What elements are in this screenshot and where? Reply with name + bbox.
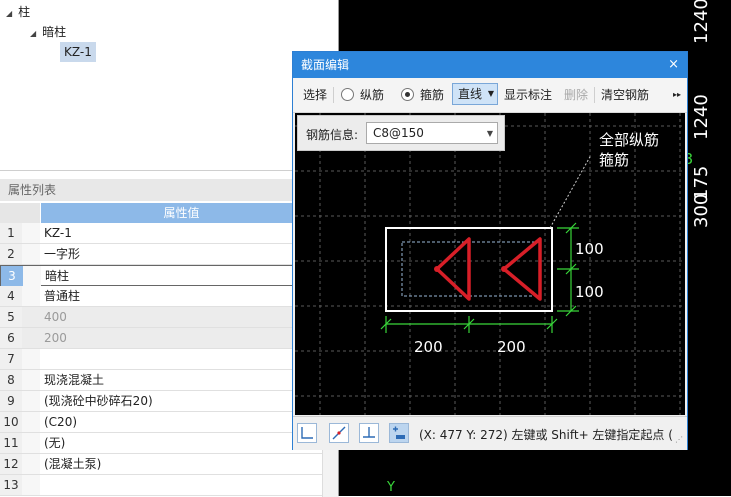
tree-node-hidden-column[interactable]: ◢ 暗柱	[30, 22, 66, 42]
property-row[interactable]: 9 (现浇砼中砂碎石20)	[0, 391, 322, 412]
snap-line-icon[interactable]	[329, 423, 349, 443]
more-icon[interactable]: ▸▸	[673, 86, 681, 104]
property-value[interactable]: 普通柱	[44, 286, 80, 306]
property-row[interactable]: 5 400	[0, 307, 322, 328]
cad-axis-label: Y	[387, 480, 395, 495]
toolbar-divider	[333, 87, 334, 103]
cad-dimension-text: 1240	[691, 94, 712, 140]
property-panel-title: 属性列表	[0, 179, 338, 201]
clear-rebar-button[interactable]: 清空钢筋	[601, 86, 649, 104]
rebar-info-panel: 钢筋信息: C8@150 ▼	[297, 115, 505, 151]
dialog-titlebar[interactable]: 截面编辑 ×	[293, 52, 687, 78]
property-row[interactable]: 1 KZ-1	[0, 223, 322, 244]
property-row[interactable]: 6 200	[0, 328, 322, 349]
resize-grip-icon[interactable]: ⋰	[675, 435, 683, 444]
property-row[interactable]: 10 (C20)	[0, 412, 322, 433]
property-value[interactable]: 一字形	[44, 244, 80, 264]
property-panel: 属性列表 属性值 1 KZ-1 2 一字形 3 暗柱 4 普通柱 5 400 6 200 7…	[0, 170, 339, 497]
section-edit-dialog: 截面编辑 × 选择 纵筋 箍筋 直线 ▼ 显示标注 删除 清空钢筋 ▸▸ 钢筋信…	[292, 51, 688, 450]
long-bar-radio[interactable]: 纵筋	[341, 86, 384, 104]
line-mode-dropdown[interactable]: 直线 ▼	[452, 83, 498, 105]
dialog-statusbar: (X: 477 Y: 272) 左键或 Shift+ 左键指定起点 ( ⋰	[293, 416, 687, 450]
dimension-text-height: 100	[575, 283, 604, 301]
rebar-point	[434, 266, 440, 272]
property-table-header: 属性值	[0, 203, 322, 223]
cad-dimension-text: 300	[691, 193, 712, 228]
property-row[interactable]: 2 一字形	[0, 244, 322, 265]
row-number-header	[0, 203, 22, 223]
toolbar-divider	[594, 87, 595, 103]
property-value[interactable]: KZ-1	[44, 223, 72, 243]
collapse-triangle-icon[interactable]: ◢	[30, 29, 36, 38]
stirrup-radio[interactable]: 箍筋	[401, 86, 444, 104]
property-value: 400	[44, 310, 67, 324]
component-tree: ◢ 柱 ◢ 暗柱 KZ-1	[0, 0, 338, 168]
ortho-mode-icon[interactable]	[297, 423, 317, 443]
dimension-text-width: 200	[497, 338, 526, 356]
dialog-toolbar: 选择 纵筋 箍筋 直线 ▼ 显示标注 删除 清空钢筋 ▸▸	[293, 78, 687, 113]
dimension-input-icon[interactable]	[389, 423, 409, 443]
property-row[interactable]: 11 (无)	[0, 433, 322, 454]
delete-button[interactable]: 删除	[564, 86, 588, 104]
property-value: 200	[44, 331, 67, 345]
cover-line	[401, 241, 541, 297]
leader-line	[549, 154, 592, 229]
coordinate-prompt: (X: 477 Y: 272) 左键或 Shift+ 左键指定起点 (	[419, 428, 673, 442]
close-icon[interactable]: ×	[668, 52, 679, 78]
dropdown-arrow-icon: ▼	[487, 89, 494, 98]
property-value[interactable]: 暗柱	[45, 266, 69, 286]
show-label-button[interactable]: 显示标注	[504, 86, 552, 104]
property-value[interactable]: 现浇混凝土	[44, 370, 104, 390]
dimension-text-width: 200	[414, 338, 443, 356]
value-column-header: 属性值	[41, 203, 322, 223]
cad-dimension-text: 1240	[691, 0, 712, 44]
property-row[interactable]: 13	[0, 475, 322, 496]
property-row[interactable]: 4 普通柱	[0, 286, 322, 307]
rebar-info-label: 钢筋信息:	[306, 128, 359, 142]
property-value[interactable]: (混凝土泵)	[44, 454, 101, 474]
tree-node-label: 暗柱	[42, 25, 67, 39]
radio-off-icon[interactable]	[341, 88, 354, 101]
tree-node-label: 柱	[18, 5, 31, 19]
blank-header	[22, 203, 40, 223]
property-row-selected[interactable]: 3 暗柱	[0, 265, 322, 286]
property-value[interactable]: (现浇砼中砂碎石20)	[44, 391, 153, 411]
property-value[interactable]: (C20)	[44, 412, 77, 432]
snap-perpendicular-icon[interactable]	[359, 423, 379, 443]
dialog-title: 截面编辑	[301, 58, 350, 72]
property-row[interactable]: 8 现浇混凝土	[0, 370, 322, 391]
tree-node-column[interactable]: ◢ 柱	[6, 2, 30, 22]
stirrup-shapes	[435, 237, 542, 301]
rebar-point	[501, 266, 507, 272]
property-value[interactable]: (无)	[44, 433, 65, 453]
tree-node-kz1[interactable]: KZ-1	[60, 42, 96, 62]
dimension-lines	[380, 222, 579, 333]
radio-on-icon[interactable]	[401, 88, 414, 101]
dimension-text-height: 100	[575, 240, 604, 258]
property-row[interactable]: 12 (混凝土泵)	[0, 454, 322, 475]
annotation-all-long-bars: 全部纵筋	[599, 131, 660, 149]
select-button[interactable]: 选择	[303, 86, 327, 104]
section-canvas[interactable]: 钢筋信息: C8@150 ▼ 全部纵筋 箍筋 200 200 100 100	[295, 113, 685, 415]
rebar-info-combo[interactable]: C8@150 ▼	[366, 122, 498, 144]
collapse-triangle-icon[interactable]: ◢	[6, 9, 12, 18]
dropdown-arrow-icon[interactable]: ▼	[487, 126, 493, 142]
property-row[interactable]: 7	[0, 349, 322, 370]
annotation-stirrup: 箍筋	[599, 151, 630, 169]
